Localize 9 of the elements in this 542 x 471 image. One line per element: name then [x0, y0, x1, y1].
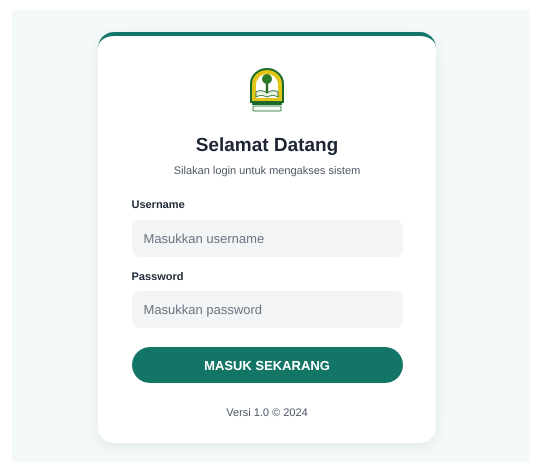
username-field[interactable]: Masukkan username	[132, 220, 402, 257]
version-text: Versi 1.0 © 2024	[226, 406, 308, 422]
field-label: Username	[132, 198, 186, 214]
welcome-title: Selamat Datang	[196, 134, 338, 158]
field-label: Password	[132, 270, 184, 285]
password-field[interactable]: Masukkan password	[132, 291, 402, 328]
login-button[interactable]: MASUK SEKARANG	[132, 347, 402, 384]
welcome-subtitle: Silakan login untuk mengakses sistem	[174, 164, 360, 179]
emblem-logo	[249, 68, 285, 112]
